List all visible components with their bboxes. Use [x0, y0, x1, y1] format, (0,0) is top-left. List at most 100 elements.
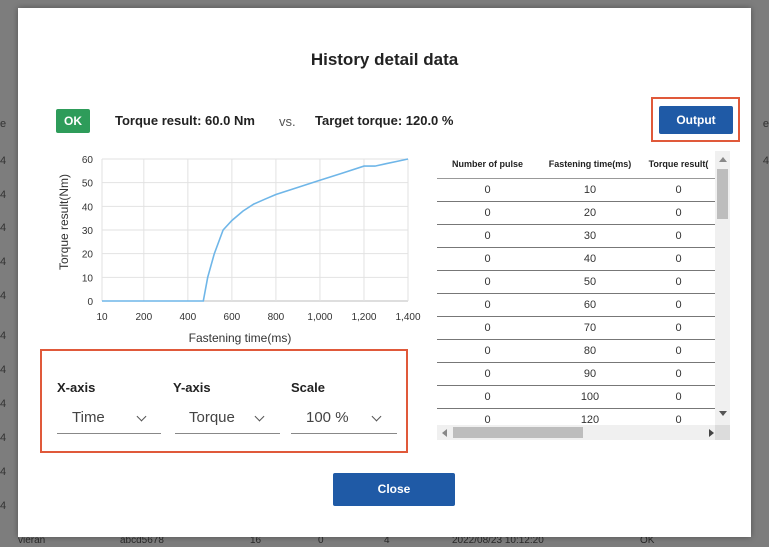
y-axis-select-value: Torque: [189, 409, 235, 426]
table-cell: 30: [538, 224, 642, 248]
background-edge-mark: 4: [0, 290, 7, 302]
table-row[interactable]: 0 30 0: [437, 224, 715, 248]
background-edge-mark: 4: [0, 256, 7, 268]
table-cell: 0: [642, 293, 715, 317]
column-header-pulse[interactable]: Number of pulse: [437, 151, 538, 179]
background-edge-mark: e: [762, 118, 769, 130]
table-cell: 0: [437, 178, 538, 202]
table-row[interactable]: 0 90 0: [437, 362, 715, 386]
horizontal-scrollbar[interactable]: [437, 425, 730, 440]
table-cell: 0: [642, 362, 715, 386]
table-cell: 0: [642, 339, 715, 363]
background-edge-mark: 4: [0, 222, 7, 234]
background-cell: 0: [318, 537, 324, 546]
chart-x-tick-label: 1,000: [307, 312, 332, 323]
table-cell: 80: [538, 339, 642, 363]
chart-x-tick-label: 1,400: [395, 312, 420, 323]
chevron-down-icon: [136, 411, 147, 422]
table-row[interactable]: 0 100 0: [437, 385, 715, 409]
column-header-torque[interactable]: Torque result(: [642, 151, 715, 179]
table-cell: 10: [538, 178, 642, 202]
background-cell: 16: [250, 537, 262, 546]
table-cell: 0: [642, 224, 715, 248]
table-cell: 0: [437, 247, 538, 271]
arrow-right-icon[interactable]: [709, 429, 714, 437]
arrow-left-icon[interactable]: [442, 429, 447, 437]
chart-x-tick-label: 800: [268, 312, 285, 323]
background-edge-mark: 4: [0, 155, 7, 167]
background-edge-mark: 4: [0, 330, 7, 342]
table-header-row: Number of pulse Fastening time(ms) Torqu…: [437, 151, 715, 179]
background-edge-mark: 4: [762, 155, 769, 167]
table-cell: 0: [437, 339, 538, 363]
table-row[interactable]: 0 50 0: [437, 270, 715, 294]
horizontal-scroll-thumb[interactable]: [453, 427, 583, 438]
table-cell: 100: [538, 385, 642, 409]
scale-label: Scale: [291, 380, 325, 395]
chart-x-tick-label: 10: [96, 312, 108, 323]
chart-x-axis-label: Fastening time(ms): [189, 331, 292, 345]
data-table: Number of pulse Fastening time(ms) Torqu…: [437, 151, 715, 432]
background-edge-mark: 4: [0, 189, 7, 201]
background-cell: vieran: [18, 537, 46, 546]
chart-y-tick-label: 20: [82, 250, 94, 261]
table-cell: 0: [437, 201, 538, 225]
table-cell: 50: [538, 270, 642, 294]
background-cell: 2022/08/23 10:12:20: [452, 537, 544, 546]
table-row[interactable]: 0 40 0: [437, 247, 715, 271]
table-cell: 20: [538, 201, 642, 225]
background-edge-mark: 4: [0, 432, 7, 444]
table-cell: 0: [642, 178, 715, 202]
chart-x-tick-label: 400: [180, 312, 197, 323]
close-button[interactable]: Close: [333, 473, 455, 506]
table-cell: 0: [642, 270, 715, 294]
vertical-scroll-thumb[interactable]: [717, 169, 728, 219]
x-axis-label: X-axis: [57, 380, 96, 395]
table-row[interactable]: 0 20 0: [437, 201, 715, 225]
table-cell: 0: [642, 316, 715, 340]
data-table-container[interactable]: Number of pulse Fastening time(ms) Torqu…: [437, 151, 730, 441]
chart-x-tick-label: 1,200: [351, 312, 376, 323]
table-row[interactable]: 0 60 0: [437, 293, 715, 317]
background-edge-mark: 4: [0, 364, 7, 376]
background-edge-mark: 4: [0, 398, 7, 410]
scale-select-value: 100 %: [306, 409, 349, 426]
background-cell: abcd5678: [120, 537, 164, 546]
background-edge-mark: 4: [0, 466, 7, 478]
chart-y-tick-label: 50: [82, 179, 94, 190]
arrow-down-icon[interactable]: [719, 411, 727, 416]
chevron-down-icon: [371, 411, 382, 422]
table-cell: 60: [538, 293, 642, 317]
background-table-row: vieran abcd5678 16 0 4 2022/08/23 10:12:…: [0, 537, 769, 547]
column-header-time[interactable]: Fastening time(ms): [538, 151, 642, 179]
x-axis-select-value: Time: [72, 409, 105, 426]
scale-select[interactable]: 100 %: [291, 404, 397, 434]
x-axis-select[interactable]: Time: [57, 404, 161, 434]
table-cell: 0: [437, 270, 538, 294]
background-cell: 4: [384, 537, 390, 546]
table-cell: 0: [642, 247, 715, 271]
vertical-scrollbar[interactable]: [715, 151, 730, 425]
table-row[interactable]: 0 80 0: [437, 339, 715, 363]
table-cell: 0: [437, 293, 538, 317]
chevron-down-icon: [254, 411, 265, 422]
axis-controls-highlight-frame: [40, 349, 408, 453]
table-cell: 0: [642, 201, 715, 225]
table-row[interactable]: 0 70 0: [437, 316, 715, 340]
arrow-up-icon[interactable]: [719, 157, 727, 162]
background-edge-mark: 4: [0, 500, 7, 512]
y-axis-select[interactable]: Torque: [175, 404, 280, 434]
chart-y-axis-label: Torque result(Nm): [57, 174, 71, 270]
table-cell: 90: [538, 362, 642, 386]
y-axis-label: Y-axis: [173, 380, 211, 395]
chart-y-tick-label: 40: [82, 202, 94, 213]
table-cell: 0: [437, 224, 538, 248]
chart-x-tick-label: 200: [135, 312, 152, 323]
chart-y-tick-label: 0: [87, 297, 93, 308]
table-row[interactable]: 0 10 0: [437, 178, 715, 202]
chart-x-tick-label: 600: [224, 312, 241, 323]
table-cell: 0: [437, 385, 538, 409]
chart-grid: [101, 158, 409, 302]
history-detail-modal: History detail data OK Torque result: 60…: [18, 8, 751, 537]
chart-ticks: 010203040506010 200 400 600 800 1,000 1,200 1,4…: [82, 155, 421, 323]
